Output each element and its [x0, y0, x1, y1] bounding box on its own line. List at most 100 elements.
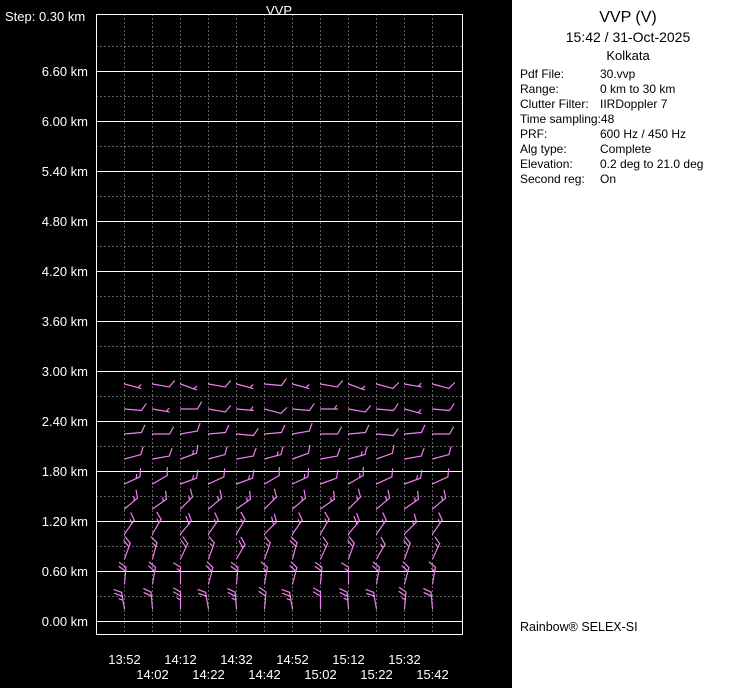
field-value-5: Complete	[600, 142, 652, 156]
wind-barb	[403, 447, 425, 460]
wind-barb	[347, 512, 361, 535]
wind-barb	[291, 444, 311, 460]
wind-barb	[403, 469, 423, 485]
wind-barb	[403, 513, 418, 535]
wind-barb	[263, 446, 284, 460]
wind-barb	[235, 490, 252, 510]
wind-barb	[347, 424, 370, 435]
field-label-4: PRF:	[520, 127, 548, 141]
wind-barb	[375, 444, 395, 460]
wind-barb	[314, 561, 323, 585]
parameter-row: Pdf File: 30.vvp	[520, 67, 742, 82]
wind-barb	[431, 382, 456, 389]
wind-barb	[172, 587, 182, 610]
wind-barb	[319, 490, 336, 510]
x-axis-label: 14:52	[276, 652, 309, 667]
wind-barb	[179, 469, 199, 485]
wind-barb	[123, 446, 144, 460]
wind-barb	[403, 382, 422, 388]
grid-layer	[96, 14, 463, 635]
field-value-0: 30.vvp	[600, 67, 636, 81]
wind-barb	[207, 405, 231, 413]
wind-barb	[151, 490, 168, 510]
wind-barb	[235, 469, 255, 485]
wind-barb	[372, 561, 381, 585]
wind-barb	[319, 469, 339, 485]
field-value-4: 600 Hz / 450 Hz	[600, 127, 687, 141]
y-axis-label: 1.80 km	[42, 464, 88, 479]
wind-barb	[179, 401, 203, 410]
field-label-2: Clutter Filter:	[520, 97, 589, 111]
x-axis-label: 14:02	[136, 667, 169, 682]
brand-footer: Rainbow® SELEX-SI	[520, 620, 638, 634]
wind-barb	[235, 406, 255, 412]
parameter-row: Elevation: 0.2 deg to 21.0 deg	[520, 157, 742, 172]
wind-barb	[207, 536, 215, 560]
wind-barb	[235, 383, 254, 389]
y-axis-label: 5.40 km	[42, 164, 88, 179]
info-panel: VVP (V) 15:42 / 31-Oct-2025 Kolkata Pdf …	[512, 0, 744, 688]
wind-barb	[423, 588, 434, 610]
wind-barb	[148, 561, 157, 585]
wind-barb	[235, 511, 246, 535]
wind-barb	[319, 380, 343, 388]
wind-barb	[263, 536, 271, 560]
y-axis-label: 2.40 km	[42, 414, 88, 429]
wind-barb	[403, 408, 422, 414]
wind-barb	[347, 488, 362, 510]
wind-barb	[431, 489, 447, 510]
field-value-1: 0 km to 30 km	[600, 82, 676, 96]
wind-barb	[291, 489, 307, 510]
x-axis-label: 14:22	[192, 667, 225, 682]
wind-barb	[263, 488, 278, 510]
wind-barb	[263, 407, 288, 414]
wind-barb	[123, 512, 135, 535]
product-title: VVP (V)	[599, 9, 657, 26]
wind-barb	[347, 383, 366, 391]
parameter-row: PRF: 600 Hz / 450 Hz	[520, 127, 742, 142]
wind-barb	[319, 536, 329, 560]
y-axis-label: 1.20 km	[42, 514, 88, 529]
wind-barb	[207, 424, 230, 435]
wind-barb	[291, 403, 315, 412]
field-value-3: 48	[600, 112, 615, 126]
y-axis-label: 3.00 km	[42, 364, 88, 379]
wind-barb	[319, 404, 339, 410]
y-axis-label: 4.20 km	[42, 264, 88, 279]
field-value-7: On	[600, 172, 617, 186]
product-parameters: Pdf File: 30.vvp Range: 0 km to 30 km Clutte…	[520, 67, 742, 187]
wind-barb	[319, 426, 343, 435]
wind-barb	[431, 536, 441, 560]
parameter-row: Clutter Filter: IIRDoppler 7	[520, 97, 742, 112]
wind-barbs-layer	[113, 378, 456, 610]
x-axis-label: 14:42	[248, 667, 281, 682]
y-axis-label: 4.80 km	[42, 214, 88, 229]
wind-barb	[401, 561, 410, 585]
wind-barb	[347, 466, 364, 485]
field-label-5: Alg type:	[520, 142, 567, 156]
wind-barb	[339, 588, 350, 610]
wind-barb	[263, 378, 287, 387]
wind-barb	[403, 490, 420, 510]
wind-barb	[113, 588, 126, 610]
site-name: Kolkata	[606, 48, 650, 63]
wind-barb	[207, 380, 231, 388]
y-axis-label: 6.00 km	[42, 114, 88, 129]
wind-barb	[151, 466, 168, 485]
wind-barb	[289, 536, 298, 560]
wind-barb	[347, 536, 355, 560]
parameter-row: Range: 0 km to 30 km	[520, 82, 742, 97]
y-axis-label: 0.00 km	[42, 614, 88, 629]
field-label-7: Second reg:	[520, 172, 585, 186]
wind-barb	[179, 488, 194, 510]
wind-barb	[291, 512, 303, 535]
wind-barb	[340, 562, 350, 585]
axis-labels: 6.60 km 6.00 km 5.40 km 4.80 km 4.20 km 3.60 …	[42, 64, 449, 682]
y-axis-label: 6.60 km	[42, 64, 88, 79]
wind-barb	[347, 405, 371, 413]
field-label-1: Range:	[520, 82, 559, 96]
wind-barb	[431, 512, 443, 535]
wind-barb	[375, 489, 391, 510]
field-label-6: Elevation:	[520, 157, 573, 171]
field-label-0: Pdf File:	[520, 67, 565, 81]
